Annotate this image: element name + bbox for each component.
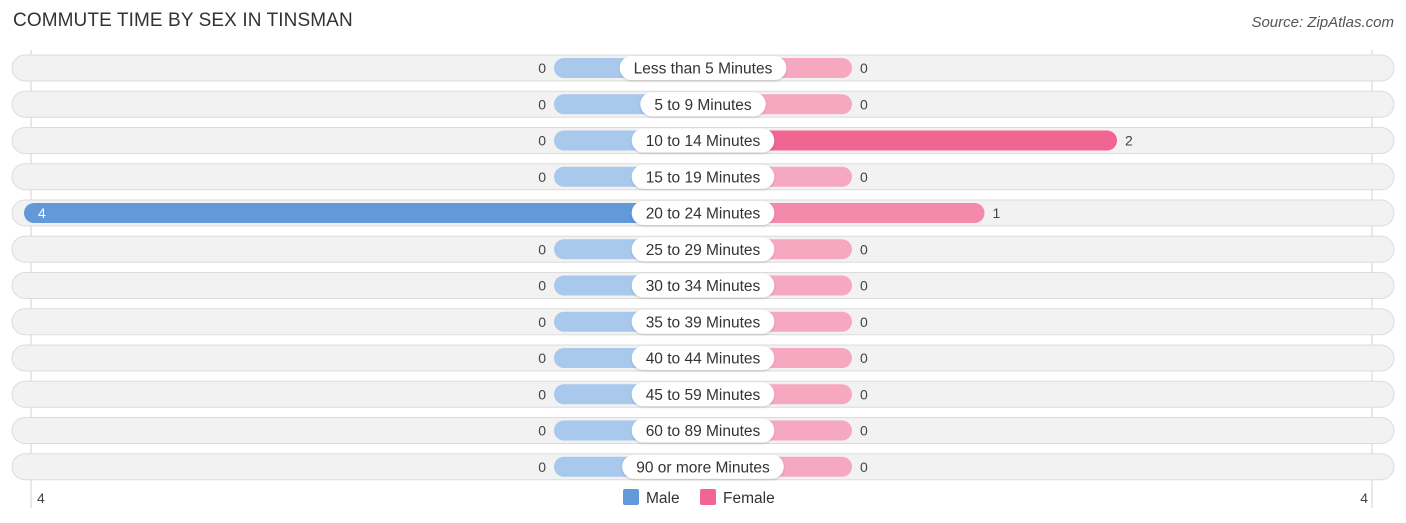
category-label: 35 to 39 Minutes	[646, 314, 761, 331]
male-value-label: 0	[538, 386, 546, 402]
category-label: 15 to 19 Minutes	[646, 169, 761, 186]
category-label: 45 to 59 Minutes	[646, 387, 761, 404]
legend-label-male: Male	[646, 490, 680, 507]
male-value-label: 0	[538, 314, 546, 330]
female-value-label: 0	[860, 96, 868, 112]
category-label: Less than 5 Minutes	[634, 61, 773, 78]
male-value-label: 0	[538, 60, 546, 76]
female-value-label: 0	[860, 169, 868, 185]
male-value-label: 0	[538, 459, 546, 475]
category-label: 30 to 34 Minutes	[646, 278, 761, 295]
male-value-label: 4	[38, 205, 46, 221]
female-value-label: 0	[860, 60, 868, 76]
category-label: 90 or more Minutes	[636, 459, 770, 476]
male-value-label: 0	[538, 241, 546, 257]
legend-swatch-female	[700, 489, 716, 505]
female-value-label: 1	[993, 205, 1001, 221]
male-value-label: 0	[538, 278, 546, 294]
male-value-label: 0	[538, 350, 546, 366]
category-label: 20 to 24 Minutes	[646, 206, 761, 223]
female-value-label: 0	[860, 278, 868, 294]
female-value-label: 0	[860, 386, 868, 402]
female-value-label: 0	[860, 350, 868, 366]
female-value-label: 0	[860, 241, 868, 257]
male-value-label: 0	[538, 133, 546, 149]
female-value-label: 0	[860, 459, 868, 475]
category-label: 5 to 9 Minutes	[654, 97, 752, 114]
category-label: 40 to 44 Minutes	[646, 351, 761, 368]
category-label: 60 to 89 Minutes	[646, 423, 761, 440]
axis-label-right: 4	[1360, 490, 1368, 506]
male-value-label: 0	[538, 423, 546, 439]
chart-canvas: Less than 5 Minutes 0 0 5 to 9 Minutes 0 0 10 …	[11, 50, 1395, 508]
legend-swatch-male	[623, 489, 639, 505]
female-value-label: 2	[1125, 133, 1133, 149]
bar-male	[24, 203, 703, 223]
female-value-label: 0	[860, 314, 868, 330]
category-label: 25 to 29 Minutes	[646, 242, 761, 259]
legend-label-female: Female	[723, 490, 775, 507]
axis-label-left: 4	[37, 490, 45, 506]
category-label: 10 to 14 Minutes	[646, 133, 761, 150]
male-value-label: 0	[538, 96, 546, 112]
male-value-label: 0	[538, 169, 546, 185]
female-value-label: 0	[860, 423, 868, 439]
